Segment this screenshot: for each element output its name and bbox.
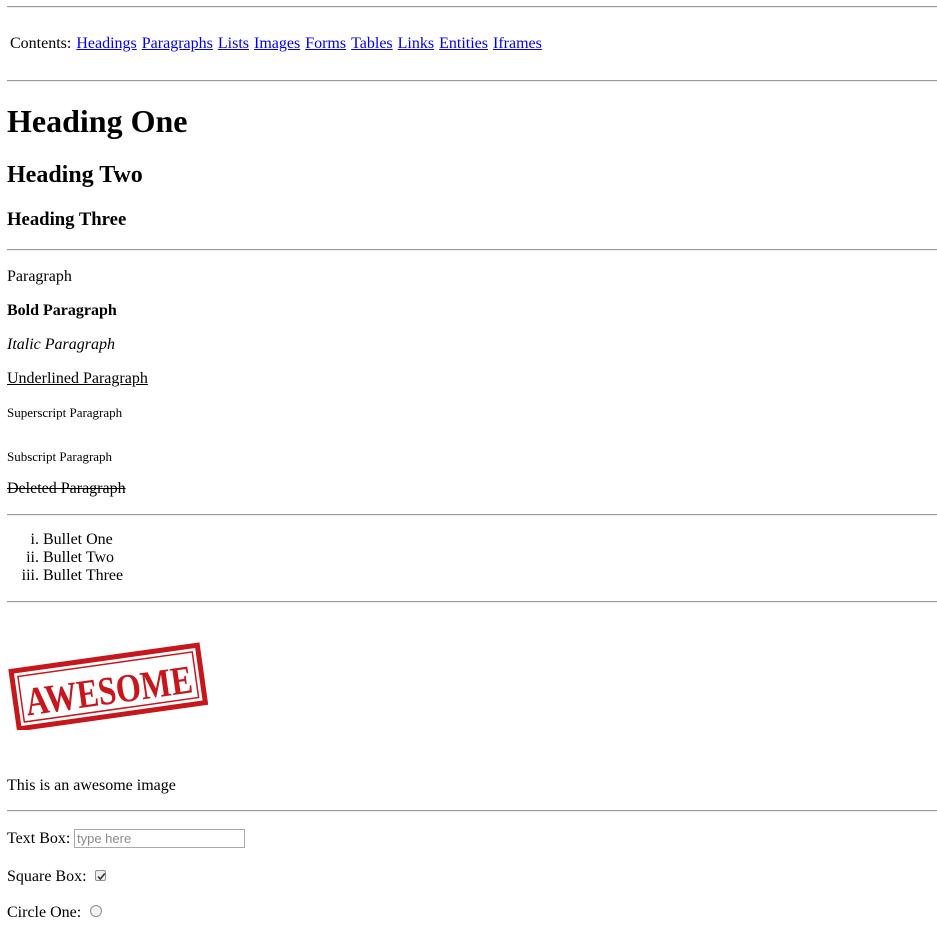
checkmark-icon bbox=[97, 872, 106, 881]
divider bbox=[7, 6, 937, 8]
nav-link-paragraphs[interactable]: Paragraphs bbox=[142, 35, 213, 52]
nav-link-forms[interactable]: Forms bbox=[305, 35, 346, 52]
contents-label: Contents: bbox=[10, 35, 72, 52]
paragraph-superscript: Superscript Paragraph bbox=[7, 405, 123, 420]
heading-three: Heading Three bbox=[7, 209, 127, 230]
radio-label: Circle One: bbox=[7, 904, 82, 921]
list-item: iii. Bullet Three bbox=[0, 567, 300, 585]
list-item: i. Bullet One bbox=[0, 531, 300, 549]
nav-link-lists[interactable]: Lists bbox=[218, 35, 249, 52]
heading-one: Heading One bbox=[7, 103, 188, 139]
list-item-text: Bullet Three bbox=[43, 567, 124, 584]
divider bbox=[7, 80, 937, 82]
divider bbox=[7, 249, 937, 251]
nav-link-iframes[interactable]: Iframes bbox=[493, 35, 542, 52]
list-item: ii. Bullet Two bbox=[0, 549, 300, 567]
list-marker: ii. bbox=[26, 549, 39, 566]
divider bbox=[7, 514, 937, 516]
nav-link-links[interactable]: Links bbox=[398, 35, 434, 52]
textbox-label: Text Box: bbox=[7, 830, 71, 847]
divider bbox=[7, 810, 937, 812]
list-marker: iii. bbox=[21, 567, 39, 584]
paragraph-italic: Italic Paragraph bbox=[7, 336, 115, 353]
paragraph-plain: Paragraph bbox=[7, 268, 72, 285]
list-item-text: Bullet One bbox=[43, 531, 113, 548]
list-marker: i. bbox=[30, 531, 39, 548]
awesome-stamp-image: AWESOME bbox=[8, 640, 209, 735]
nav-link-tables[interactable]: Tables bbox=[351, 35, 393, 52]
heading-two: Heading Two bbox=[7, 162, 143, 188]
square-box-checkbox[interactable] bbox=[95, 870, 106, 881]
paragraph-subscript: Subscript Paragraph bbox=[7, 449, 113, 464]
circle-one-radio[interactable] bbox=[90, 905, 102, 917]
nav-link-images[interactable]: Images bbox=[254, 35, 300, 52]
paragraph-deleted: Deleted Paragraph bbox=[7, 480, 126, 497]
paragraph-underlined: Underlined Paragraph bbox=[7, 370, 148, 387]
paragraph-bold: Bold Paragraph bbox=[7, 302, 117, 319]
nav-link-headings[interactable]: Headings bbox=[76, 35, 136, 52]
text-box-input[interactable] bbox=[74, 829, 245, 848]
image-caption: This is an awesome image bbox=[7, 777, 176, 794]
divider bbox=[7, 601, 937, 603]
page: Contents: Headings Paragraphs Lists Imag… bbox=[0, 0, 937, 937]
checkbox-label: Square Box: bbox=[7, 868, 87, 885]
list-item-text: Bullet Two bbox=[43, 549, 115, 566]
ordered-list: i. Bullet One ii. Bullet Two iii. Bullet… bbox=[0, 531, 300, 585]
nav-link-entities[interactable]: Entities bbox=[439, 35, 488, 52]
contents-nav: Contents: Headings Paragraphs Lists Imag… bbox=[10, 34, 542, 54]
